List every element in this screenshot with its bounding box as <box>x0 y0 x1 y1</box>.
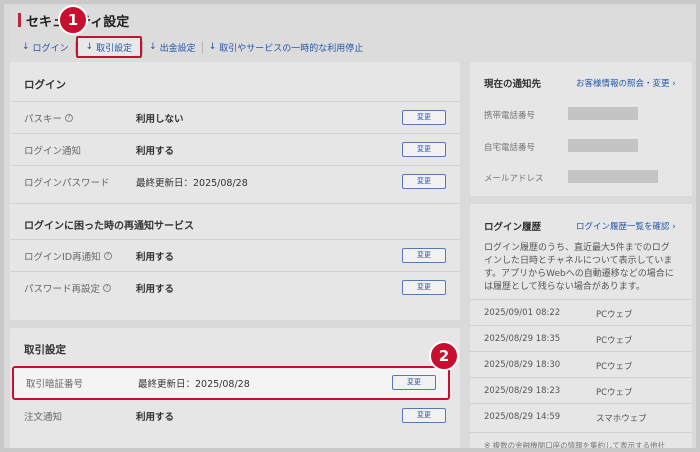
notify-panel: 現在の通知先 お客様情報の照会・変更 › 携帯電話番号 自宅電話番号 メールアド… <box>470 62 692 196</box>
email-label: メールアドレス <box>484 174 544 184</box>
row-value: 利用する <box>136 412 175 423</box>
row-label: ログイン通知 <box>24 146 82 157</box>
masked-value <box>568 107 638 120</box>
setting-row-password-reset: パスワード再設定 ? 利用する 変更 <box>10 271 460 303</box>
nav-withdrawal-label: 出金設定 <box>159 43 196 54</box>
history-channel: PCウェブ <box>596 310 633 320</box>
change-button[interactable]: 変更 <box>402 110 446 125</box>
row-value: 利用する <box>136 146 175 157</box>
notify-section-title: 現在の通知先 <box>484 79 542 90</box>
row-label-text: ログインID再通知 <box>24 252 101 263</box>
masked-value <box>568 139 638 152</box>
setting-row-id-reissue: ログインID再通知 ? 利用する 変更 <box>10 239 460 271</box>
nav-service-suspension-label: 取引やサービスの一時的な利用停止 <box>219 43 364 54</box>
row-value: 利用しない <box>136 114 184 125</box>
section-divider <box>10 203 460 204</box>
help-icon[interactable]: ? <box>65 114 74 122</box>
row-label: ログインパスワード <box>24 178 110 189</box>
history-date: 2025/09/01 08:22 <box>484 308 561 318</box>
history-channel: PCウェブ <box>596 362 633 372</box>
nav-login-label: ログイン <box>32 43 69 54</box>
change-button[interactable]: 変更 <box>402 280 446 295</box>
history-channel: PCウェブ <box>596 336 633 346</box>
setting-row-login-password: ログインパスワード 最終更新日：2025/08/28 変更 <box>10 165 460 197</box>
history-list-link-text: ログイン履歴一覧を確認 <box>576 222 670 232</box>
row-label: 注文通知 <box>24 412 63 423</box>
row-label: ログインID再通知 ? <box>24 249 112 263</box>
masked-value <box>568 170 658 183</box>
nav-withdrawal-settings[interactable]: ↓ 出金設定 <box>143 39 202 55</box>
setting-row-passkey: パスキー ? 利用しない 変更 <box>10 101 460 133</box>
nav-login[interactable]: ↓ ログイン <box>16 39 75 55</box>
recovery-section-title: ログインに困った時の再通知サービス <box>24 221 194 232</box>
trade-settings-panel: 取引設定 取引暗証番号 最終更新日：2025/08/28 変更 注文通知 利用す… <box>10 328 460 448</box>
title-accent-bar <box>18 13 21 27</box>
history-date: 2025/08/29 18:35 <box>484 334 561 344</box>
history-date: 2025/08/29 18:30 <box>484 360 561 370</box>
nav-service-suspension[interactable]: ↓ 取引やサービスの一時的な利用停止 <box>203 39 370 55</box>
setting-row-login-notify: ログイン通知 利用する 変更 <box>10 133 460 165</box>
anchor-nav: ↓ ログイン ↓ 取引設定 ↓ 出金設定 ↓ 取引やサービスの一時的な利用停止 <box>16 36 370 58</box>
history-divider <box>470 351 692 352</box>
down-arrow-icon: ↓ <box>208 42 217 52</box>
row-value: 利用する <box>136 252 175 263</box>
history-divider <box>470 377 692 378</box>
row-label: 取引暗証番号 <box>26 379 84 390</box>
setting-row-order-notify: 注文通知 利用する 変更 <box>10 400 460 432</box>
history-date: 2025/08/29 18:23 <box>484 386 561 396</box>
history-divider <box>470 299 692 300</box>
row-label: パスキー ? <box>24 111 74 125</box>
change-button[interactable]: 変更 <box>402 174 446 189</box>
login-panel: ログイン パスキー ? 利用しない 変更 ログイン通知 利用する 変更 ログイン… <box>10 62 460 320</box>
row-value: 利用する <box>136 284 175 295</box>
history-divider <box>470 325 692 326</box>
home-phone-label: 自宅電話番号 <box>484 143 536 153</box>
row-value: 最終更新日：2025/08/28 <box>136 178 248 189</box>
trade-section-title: 取引設定 <box>24 344 66 356</box>
customer-info-link-text: お客様情報の照会・変更 <box>576 79 670 89</box>
down-arrow-icon: ↓ <box>85 42 94 52</box>
history-description: ログイン履歴のうち、直近最大5件までのログインした日時とチャネルについて表示して… <box>484 243 674 292</box>
help-icon[interactable]: ? <box>103 252 112 260</box>
history-divider <box>470 432 692 433</box>
down-arrow-icon: ↓ <box>149 42 157 52</box>
change-button[interactable]: 変更 <box>392 375 436 390</box>
step-badge-1: 1 <box>58 5 88 35</box>
history-divider <box>470 403 692 404</box>
chevron-right-icon: › <box>672 222 676 232</box>
nav-trade-settings-label: 取引設定 <box>96 43 133 54</box>
row-label-text: パスキー <box>24 114 63 125</box>
change-button[interactable]: 変更 <box>402 142 446 157</box>
change-button[interactable]: 変更 <box>402 248 446 263</box>
trade-pin-row-highlight: 取引暗証番号 最終更新日：2025/08/28 変更 <box>12 366 450 400</box>
chevron-right-icon: › <box>672 79 676 89</box>
help-icon[interactable]: ? <box>103 284 112 292</box>
page-header: セキュリティ設定 ↓ ログイン ↓ 取引設定 ↓ 出金設定 ↓ 取引やサービスの… <box>10 8 696 62</box>
nav-trade-settings[interactable]: ↓ 取引設定 <box>75 36 143 58</box>
history-footnote: ※ 複数の金融機関口座の情報を集約して表示する他社 <box>484 441 665 450</box>
history-channel: PCウェブ <box>596 388 633 398</box>
row-label: パスワード再設定 ? <box>24 281 112 295</box>
row-value: 最終更新日：2025/08/28 <box>138 379 250 390</box>
login-section-title: ログイン <box>24 79 66 91</box>
history-section-title: ログイン履歴 <box>484 222 542 233</box>
history-date: 2025/08/29 14:59 <box>484 412 561 422</box>
row-label-text: パスワード再設定 <box>24 284 101 295</box>
change-button[interactable]: 変更 <box>402 408 446 423</box>
customer-info-link[interactable]: お客様情報の照会・変更 › <box>576 77 676 89</box>
login-history-panel: ログイン履歴 ログイン履歴一覧を確認 › ログイン履歴のうち、直近最大5件までの… <box>470 204 692 450</box>
history-channel: スマホウェブ <box>596 414 647 424</box>
step-badge-2: 2 <box>429 341 459 371</box>
history-list-link[interactable]: ログイン履歴一覧を確認 › <box>576 220 676 232</box>
mobile-phone-label: 携帯電話番号 <box>484 111 536 121</box>
down-arrow-icon: ↓ <box>22 42 30 52</box>
screenshot-frame: セキュリティ設定 ↓ ログイン ↓ 取引設定 ↓ 出金設定 ↓ 取引やサービスの… <box>0 0 700 452</box>
